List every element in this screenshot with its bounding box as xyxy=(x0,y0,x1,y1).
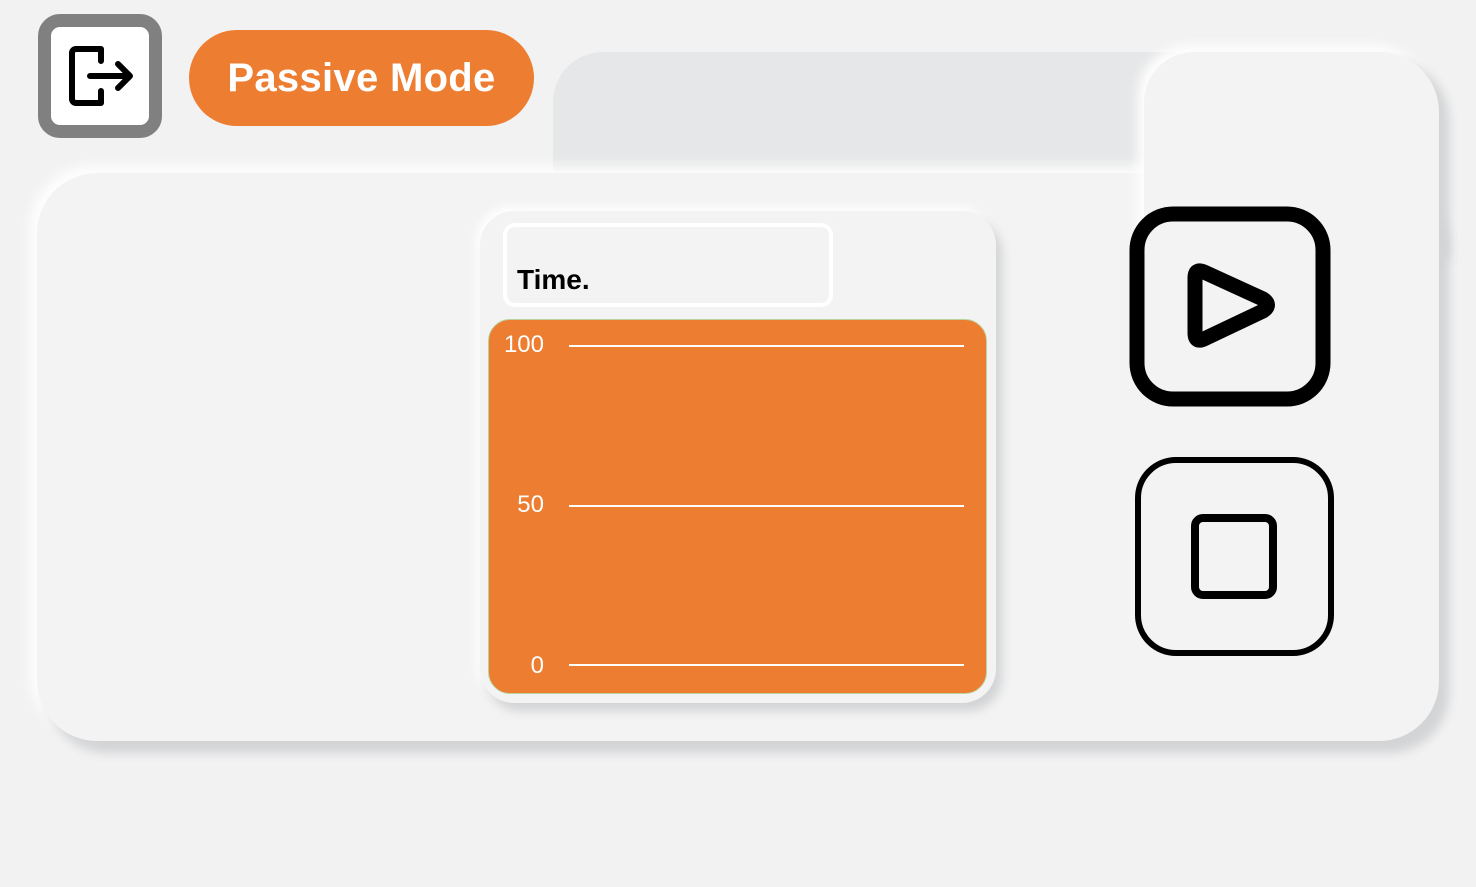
y-gridline xyxy=(569,664,964,666)
exit-button[interactable] xyxy=(38,14,162,138)
app-window: Passive Mode Time. 100 50 0 xyxy=(0,0,1476,887)
y-tick-label: 100 xyxy=(503,331,544,358)
y-gridline xyxy=(569,345,964,347)
chart-title: Time. xyxy=(517,264,590,295)
play-button[interactable] xyxy=(1129,206,1331,407)
exit-arrow-icon xyxy=(69,46,133,106)
y-tick-label: 50 xyxy=(517,491,544,518)
stop-button[interactable] xyxy=(1134,456,1335,657)
y-gridline xyxy=(569,505,964,507)
mode-badge[interactable]: Passive Mode xyxy=(189,30,534,126)
top-tab-bar xyxy=(553,52,1193,172)
y-tick-label: 0 xyxy=(530,652,544,679)
